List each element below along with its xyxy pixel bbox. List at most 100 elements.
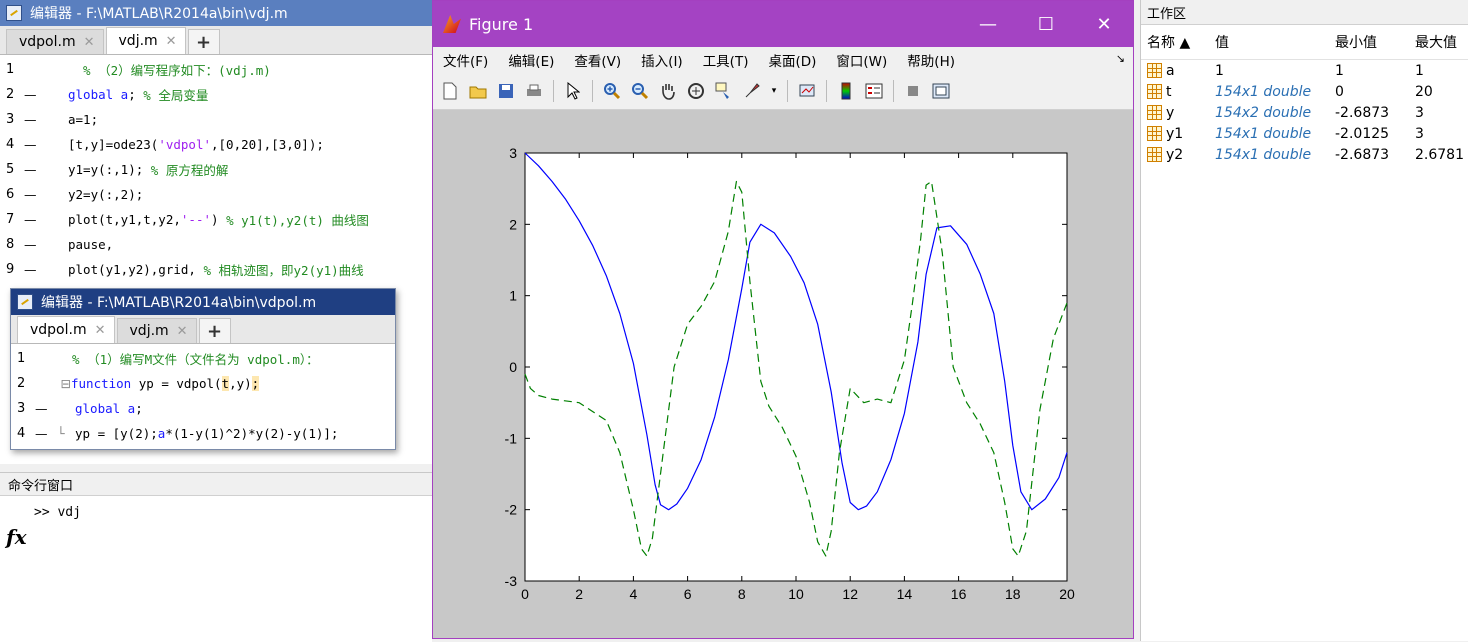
data-cursor-icon[interactable]	[713, 80, 735, 102]
tab-label: vdj.m	[129, 323, 169, 339]
code-line[interactable]: 2 — global a; % 全局变量	[0, 82, 432, 107]
menu-help[interactable]: 帮助(H)	[907, 50, 955, 70]
code-line[interactable]: 3 — a=1;	[0, 107, 432, 132]
code-line[interactable]: 9 — plot(y1,y2),grid, % 相轨迹图，即y2(y1)曲线	[0, 257, 432, 282]
editor-title-bar[interactable]: 编辑器 - F:\MATLAB\R2014a\bin\vdj.m	[0, 0, 432, 26]
add-tab-button[interactable]: +	[187, 29, 220, 54]
breakpoint-marker[interactable]: —	[35, 426, 57, 441]
menu-desktop[interactable]: 桌面(D)	[768, 50, 816, 70]
code-line[interactable]: 1 % （1）编写M文件（文件名为 vdpol.m）：	[11, 346, 395, 371]
close-icon[interactable]: ✕	[95, 323, 106, 338]
figure-window: Figure 1 — ☐ ✕ 文件(F) 编辑(E) 查看(V) 插入(I) 工…	[432, 0, 1134, 639]
code-area[interactable]: 1 % （2）编写程序如下：(vdj.m) 2— global a; % 全局变量…	[0, 55, 432, 282]
plot-axes-box[interactable]	[524, 152, 1068, 582]
breakpoint-marker[interactable]: —	[24, 212, 68, 227]
menu-window[interactable]: 窗口(W)	[836, 50, 887, 70]
workspace-panel: 工作区 名称 ▲ 值 最小值 最大值 a 1 1 1 t 154x1 double 0 20 y…	[1140, 0, 1468, 641]
breakpoint-marker[interactable]: —	[24, 237, 68, 252]
workspace-variable-row[interactable]: y 154x2 double -2.6873 3	[1141, 102, 1468, 123]
command-prompt[interactable]: >> vdj	[34, 505, 81, 520]
variable-grid-icon	[1147, 63, 1162, 78]
code-line[interactable]: 5 — y1=y(:,1); % 原方程的解	[0, 157, 432, 182]
breakpoint-marker[interactable]: —	[24, 137, 68, 152]
colorbar-icon[interactable]	[835, 80, 857, 102]
pointer-icon[interactable]	[562, 80, 584, 102]
variable-max: 2.6781	[1415, 146, 1464, 163]
pan-hand-icon[interactable]	[657, 80, 679, 102]
brush-icon[interactable]	[741, 80, 763, 102]
column-header-min[interactable]: 最小值	[1335, 32, 1415, 52]
column-header-value[interactable]: 值	[1215, 32, 1335, 52]
fold-icon[interactable]: ⊟	[35, 376, 71, 391]
workspace-variable-row[interactable]: y2 154x1 double -2.6873 2.6781	[1141, 144, 1468, 165]
breakpoint-marker[interactable]: —	[35, 401, 75, 416]
y-tick-label: -1	[505, 430, 518, 446]
breakpoint-marker[interactable]: —	[24, 162, 68, 177]
code-line[interactable]: 7 — plot(t,y1,t,y2, '--') % y1(t),y2(t) 曲线图	[0, 207, 432, 232]
line-number: 2	[6, 87, 15, 102]
tab-vdpol[interactable]: vdpol.m ✕	[6, 29, 104, 54]
open-file-icon[interactable]	[467, 80, 489, 102]
variable-max: 3	[1415, 125, 1424, 142]
toolbar-separator	[553, 80, 554, 102]
code-line[interactable]: 1 % （2）编写程序如下：(vdj.m)	[0, 57, 432, 82]
hide-plot-tools-icon[interactable]	[902, 80, 924, 102]
close-icon[interactable]: ✕	[177, 324, 188, 339]
maximize-button[interactable]: ☐	[1017, 1, 1075, 47]
workspace-variable-row[interactable]: t 154x1 double 0 20	[1141, 81, 1468, 102]
line-number: 7	[6, 212, 15, 227]
fx-icon[interactable]: fx	[6, 525, 27, 549]
zoom-in-icon[interactable]	[601, 80, 623, 102]
print-icon[interactable]	[523, 80, 545, 102]
code-line[interactable]: 4 — └ yp = [y(2); a *(1-y(1)^2)*y(2)-y(1)];	[11, 421, 395, 446]
workspace-variable-row[interactable]: a 1 1 1	[1141, 60, 1468, 81]
code-line[interactable]: 2 ⊟ function yp = vdpol(t ,y);	[11, 371, 395, 396]
code-text: yp = [y(2);	[75, 426, 158, 441]
code-line[interactable]: 6 — y2=y(:,2);	[0, 182, 432, 207]
menu-edit[interactable]: 编辑(E)	[508, 50, 554, 70]
code-line[interactable]: 3 — global a;	[11, 396, 395, 421]
breakpoint-marker[interactable]: —	[24, 112, 68, 127]
brush-dropdown-icon[interactable]: ▾	[769, 80, 779, 102]
code-line[interactable]: 4 — [t,y]=ode23('vdpol' ,[0,20],[3,0]);	[0, 132, 432, 157]
command-window[interactable]: 命令行窗口 fx >> vdj	[0, 472, 432, 642]
code-comment: % 相轨迹图，即y2(y1)曲线	[203, 263, 364, 278]
close-icon[interactable]: ✕	[166, 34, 177, 49]
close-icon[interactable]: ✕	[84, 35, 95, 50]
new-figure-icon[interactable]	[439, 80, 461, 102]
code-area[interactable]: 1 % （1）编写M文件（文件名为 vdpol.m）： 2 ⊟ function y…	[11, 344, 395, 446]
variable-name-cell: a	[1141, 63, 1215, 79]
variable-name-cell: y	[1141, 105, 1215, 121]
line-chart[interactable]: 0 2 4 6 8 10 12 14 16 18 20-3-2-10123	[433, 111, 1133, 637]
menu-insert[interactable]: 插入(I)	[641, 50, 683, 70]
breakpoint-marker[interactable]: —	[24, 187, 68, 202]
tab-vdj[interactable]: vdj.m ✕	[105, 27, 186, 54]
show-plot-tools-icon[interactable]	[930, 80, 952, 102]
menu-view[interactable]: 查看(V)	[574, 50, 621, 70]
x-tick-label: 10	[788, 586, 804, 602]
menu-file[interactable]: 文件(F)	[443, 50, 488, 70]
minimize-button[interactable]: —	[959, 1, 1017, 47]
dock-arrow-icon[interactable]: ↘	[1116, 52, 1125, 65]
column-header-name[interactable]: 名称 ▲	[1141, 32, 1215, 52]
tab-vdj[interactable]: vdj.m ✕	[116, 318, 197, 343]
workspace-variable-row[interactable]: y1 154x1 double -2.0125 3	[1141, 123, 1468, 144]
x-tick-label: 8	[738, 586, 746, 602]
breakpoint-marker[interactable]: —	[24, 87, 68, 102]
matlab-logo-icon	[443, 15, 461, 33]
close-button[interactable]: ✕	[1075, 1, 1133, 47]
zoom-out-icon[interactable]	[629, 80, 651, 102]
legend-icon[interactable]	[863, 80, 885, 102]
code-line[interactable]: 8 — pause,	[0, 232, 432, 257]
menu-tools[interactable]: 工具(T)	[703, 50, 749, 70]
save-icon[interactable]	[495, 80, 517, 102]
editor-title-bar[interactable]: 编辑器 - F:\MATLAB\R2014a\bin\vdpol.m	[11, 289, 395, 315]
rotate-3d-icon[interactable]	[685, 80, 707, 102]
column-header-max[interactable]: 最大值	[1415, 32, 1468, 52]
tab-vdpol[interactable]: vdpol.m ✕	[17, 316, 115, 343]
figure-title-bar[interactable]: Figure 1 — ☐ ✕	[433, 1, 1133, 47]
breakpoint-marker[interactable]: —	[24, 262, 68, 277]
link-plot-icon[interactable]	[796, 80, 818, 102]
code-text: plot(y1,y2),grid,	[68, 262, 204, 277]
add-tab-button[interactable]: +	[198, 318, 231, 343]
